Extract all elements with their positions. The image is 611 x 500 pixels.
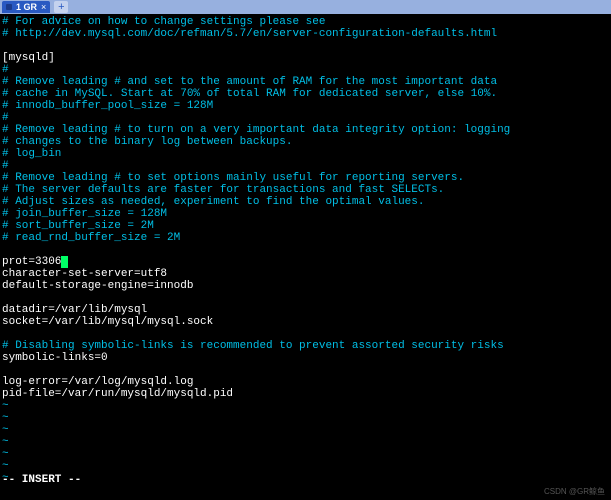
code-line: # Remove leading # and set to the amount… <box>2 76 609 88</box>
empty-line-tilde: ~ <box>2 412 609 424</box>
editor-area[interactable]: # For advice on how to change settings p… <box>0 14 611 484</box>
empty-line-tilde: ~ <box>2 460 609 472</box>
code-line: # join_buffer_size = 128M <box>2 208 609 220</box>
code-line: # cache in MySQL. Start at 70% of total … <box>2 88 609 100</box>
empty-line-tilde: ~ <box>2 424 609 436</box>
text-cursor <box>61 256 68 268</box>
code-line: # Disabling symbolic-links is recommende… <box>2 340 609 352</box>
code-line: # log_bin <box>2 148 609 160</box>
tab-active[interactable]: 1 GR × <box>2 1 50 13</box>
empty-line-tilde: ~ <box>2 472 609 484</box>
code-line: # changes to the binary log between back… <box>2 136 609 148</box>
tab-session-icon <box>6 4 12 10</box>
empty-line-tilde: ~ <box>2 448 609 460</box>
vim-status-mode: -- INSERT -- <box>2 474 81 486</box>
code-line: # Remove leading # to set options mainly… <box>2 172 609 184</box>
code-line: # innodb_buffer_pool_size = 128M <box>2 100 609 112</box>
code-line: socket=/var/lib/mysql/mysql.sock <box>2 316 609 328</box>
code-line <box>2 40 609 52</box>
empty-line-tilde: ~ <box>2 400 609 412</box>
plus-icon: + <box>58 1 64 13</box>
code-line <box>2 364 609 376</box>
code-line: log-error=/var/log/mysqld.log <box>2 376 609 388</box>
code-line: # Adjust sizes as needed, experiment to … <box>2 196 609 208</box>
watermark: CSDN @GR鲸鱼 <box>544 486 605 498</box>
code-line: # Remove leading # to turn on a very imp… <box>2 124 609 136</box>
code-line: prot=3306 <box>2 256 609 268</box>
code-line: # <box>2 112 609 124</box>
code-line: # sort_buffer_size = 2M <box>2 220 609 232</box>
code-line <box>2 244 609 256</box>
code-line: character-set-server=utf8 <box>2 268 609 280</box>
code-line: datadir=/var/lib/mysql <box>2 304 609 316</box>
empty-line-tilde: ~ <box>2 436 609 448</box>
code-line <box>2 328 609 340</box>
code-line: default-storage-engine=innodb <box>2 280 609 292</box>
code-line: # <box>2 160 609 172</box>
close-icon[interactable]: × <box>41 1 46 13</box>
code-line: # http://dev.mysql.com/doc/refman/5.7/en… <box>2 28 609 40</box>
code-line: [mysqld] <box>2 52 609 64</box>
code-line: # The server defaults are faster for tra… <box>2 184 609 196</box>
tab-bar: 1 GR × + <box>0 0 611 14</box>
add-tab-button[interactable]: + <box>54 1 68 13</box>
code-line: pid-file=/var/run/mysqld/mysqld.pid <box>2 388 609 400</box>
code-line <box>2 292 609 304</box>
code-line: # For advice on how to change settings p… <box>2 16 609 28</box>
code-line: # <box>2 64 609 76</box>
code-line: symbolic-links=0 <box>2 352 609 364</box>
tab-title: 1 GR <box>16 1 37 13</box>
code-line: # read_rnd_buffer_size = 2M <box>2 232 609 244</box>
